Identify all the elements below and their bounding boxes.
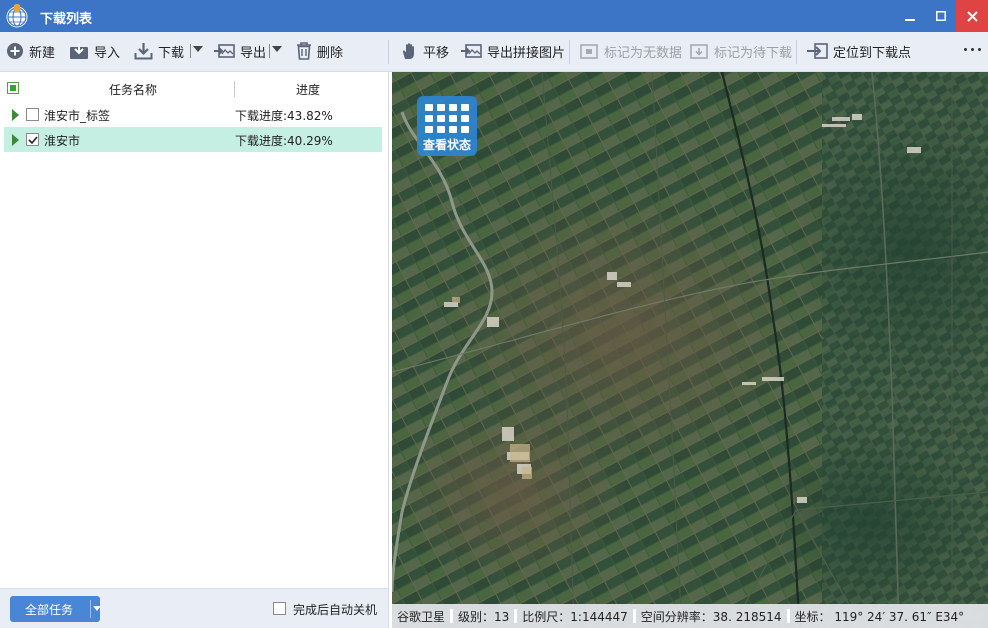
export-arrow-separator (269, 44, 270, 58)
delete-label: 删除 (317, 45, 344, 61)
download-label: 下载 (158, 45, 185, 61)
export-label: 导出 (240, 45, 267, 61)
download-button[interactable]: 下载 (134, 32, 184, 70)
statusbar-resolution: 空间分辨率：38. 218514 (640, 609, 782, 624)
expand-arrow-icon[interactable] (12, 134, 19, 146)
map-statusbar: 谷歌卫星 级别：13 比例尺：1:144447 空间分辨率：38. 218514… (392, 604, 988, 628)
pan-button[interactable]: 平移 (400, 32, 449, 70)
close-icon (966, 10, 978, 22)
trash-icon (297, 42, 311, 60)
window-title: 下载列表 (40, 12, 93, 27)
export-icon (214, 44, 235, 58)
task-progress: 下载进度:43.82% (235, 109, 333, 123)
expand-arrow-icon[interactable] (12, 109, 19, 121)
all-tasks-dropdown-button[interactable]: 全部任务 (10, 596, 101, 622)
maximize-icon (935, 11, 946, 21)
maximize-button[interactable] (925, 0, 956, 32)
image-export-icon (461, 44, 482, 58)
all-tasks-divider (90, 600, 91, 618)
pan-label: 平移 (423, 45, 450, 61)
task-checkbox[interactable] (26, 133, 39, 146)
statusbar-level: 级别：13 (458, 609, 510, 624)
map-view[interactable]: 查看状态 谷歌卫星 级别：13 比例尺：1:144447 空间分辨率：38. 2… (392, 72, 988, 628)
statusbar-coords: 坐标： 119° 24′ 37. 61″ E34° (794, 609, 965, 624)
download-icon (134, 43, 153, 60)
task-list-panel: 任务名称 进度 淮安市_标签 下载进度:43.82% 淮安市 下载进度:40.2… (0, 72, 389, 588)
delete-button[interactable]: 删除 (296, 32, 343, 70)
auto-shutdown-label: 完成后自动关机 (293, 603, 378, 617)
import-button[interactable]: 导入 (69, 32, 120, 70)
plus-circle-icon (7, 43, 23, 59)
locate-label: 定位到下载点 (833, 45, 912, 61)
satellite-imagery (392, 72, 988, 628)
view-status-label: 查看状态 (422, 138, 471, 152)
toolbar-separator (796, 40, 797, 64)
task-row[interactable]: 淮安市_标签 下载进度:43.82% (4, 102, 382, 127)
mark-pending-icon (690, 44, 708, 59)
export-button[interactable]: 导出 (213, 32, 266, 70)
column-header-progress: 进度 (295, 83, 320, 97)
app-globe-icon (6, 4, 28, 28)
download-arrow-separator (190, 44, 191, 58)
checkmark-icon (28, 136, 38, 145)
statusbar-source: 谷歌卫星 (397, 609, 446, 624)
export-mosaic-button[interactable]: 导出拼接图片 (460, 32, 565, 70)
toolbar-separator (569, 40, 570, 64)
mark-nodata-label: 标记为无数据 (604, 45, 683, 61)
grid-icon (425, 104, 469, 134)
import-label: 导入 (94, 45, 121, 61)
locate-download-button[interactable]: 定位到下载点 (806, 32, 911, 70)
all-tasks-label: 全部任务 (24, 603, 73, 617)
select-all-checkbox[interactable] (7, 82, 19, 94)
chevron-down-icon (93, 606, 101, 611)
title-bar: 下载列表 (0, 0, 988, 32)
column-header-name: 任务名称 (108, 83, 157, 97)
import-icon (70, 43, 88, 59)
task-name: 淮安市 (44, 134, 81, 148)
export-dropdown-arrow[interactable] (272, 46, 282, 52)
locate-icon (807, 43, 828, 59)
toolbar-separator (388, 40, 389, 64)
hand-icon (402, 43, 414, 59)
minimize-icon (904, 19, 915, 21)
toolbar: 新建 导入 下载 导出 删除 平移 导出拼接图片 标记为无数据 标记为待下载 定… (0, 32, 988, 72)
task-name: 淮安市_标签 (44, 109, 111, 123)
export-mosaic-label: 导出拼接图片 (487, 45, 566, 61)
statusbar-scale: 比例尺：1:144447 (522, 609, 628, 624)
task-progress: 下载进度:40.29% (235, 134, 333, 148)
minimize-button[interactable] (894, 0, 925, 32)
view-status-button[interactable]: 查看状态 (417, 96, 477, 156)
mark-pending-label: 标记为待下载 (714, 45, 793, 61)
download-dropdown-arrow[interactable] (193, 46, 203, 52)
new-label: 新建 (29, 45, 56, 61)
auto-shutdown-checkbox[interactable] (273, 602, 286, 615)
task-checkbox[interactable] (26, 108, 39, 121)
new-button[interactable]: 新建 (6, 32, 55, 70)
more-options-icon[interactable] (964, 48, 984, 56)
close-button[interactable] (956, 0, 988, 32)
task-footer: 全部任务 完成后自动关机 (0, 588, 389, 628)
mark-nodata-icon (580, 44, 598, 59)
mark-nodata-button[interactable]: 标记为无数据 (579, 32, 682, 70)
task-row[interactable]: 淮安市 下载进度:40.29% (4, 127, 382, 152)
task-list-header: 任务名称 进度 (0, 78, 389, 100)
mark-pending-button[interactable]: 标记为待下载 (689, 32, 792, 70)
